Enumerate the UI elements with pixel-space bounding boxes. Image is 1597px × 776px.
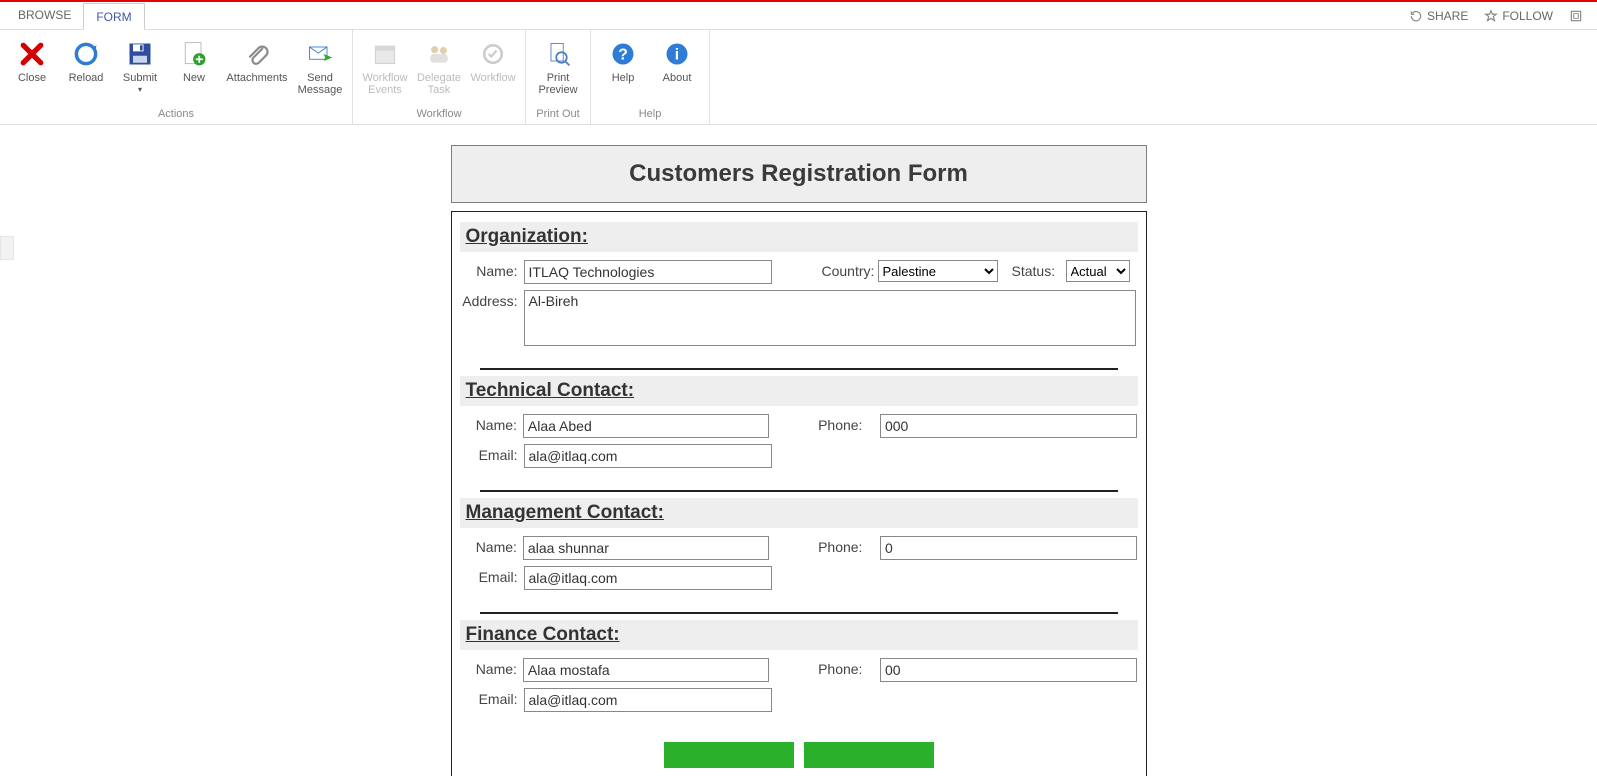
mgmt-email-label: Email: [460, 566, 524, 585]
close-button[interactable]: Close [6, 34, 58, 106]
attachments-label: Attachments [226, 72, 287, 84]
fin-name-input[interactable] [523, 658, 769, 682]
tab-browse[interactable]: BROWSE [6, 2, 83, 29]
about-label: About [663, 72, 692, 84]
help-button[interactable]: ? Help [597, 34, 649, 106]
star-icon [1484, 9, 1498, 23]
tab-form[interactable]: FORM [83, 3, 144, 30]
info-icon: i [661, 38, 693, 70]
content-scroll[interactable]: Customers Registration Form Organization… [0, 125, 1597, 776]
ribbon-group-actions: Close Reload Submit ▾ New [0, 30, 353, 124]
mgmt-phone-input[interactable] [880, 536, 1138, 560]
gear-check-icon [477, 38, 509, 70]
org-name-label: Name: [460, 260, 524, 279]
share-button[interactable]: SHARE [1409, 9, 1468, 23]
ribbon: Close Reload Submit ▾ New [0, 30, 1597, 125]
fin-phone-label: Phone: [818, 658, 868, 677]
form-title: Customers Registration Form [451, 145, 1147, 203]
org-status-label: Status: [1012, 260, 1058, 279]
section-technical: Technical Contact: [460, 376, 1138, 406]
group-label-actions: Actions [6, 106, 346, 122]
workflow-events-label: Workflow Events [362, 72, 407, 96]
tech-name-input[interactable] [523, 414, 769, 438]
section-finance: Finance Contact: [460, 620, 1138, 650]
org-country-label: Country: [822, 260, 878, 279]
org-address-input[interactable] [524, 290, 1136, 346]
attachments-button[interactable]: Attachments [222, 34, 292, 106]
mgmt-name-input[interactable] [523, 536, 769, 560]
tech-name-label: Name: [460, 414, 523, 433]
mgmt-email-input[interactable] [524, 566, 772, 590]
mgmt-phone-label: Phone: [818, 536, 868, 555]
section-organization: Organization: [460, 222, 1138, 252]
form-body: Organization: Name: Country: Palestine S… [451, 211, 1147, 776]
follow-label: FOLLOW [1502, 9, 1553, 23]
page-actions: SHARE FOLLOW [1409, 2, 1597, 29]
section-management: Management Contact: [460, 498, 1138, 528]
org-name-input[interactable] [524, 260, 772, 284]
form-action-button-2[interactable] [804, 742, 934, 768]
fullscreen-icon [1569, 9, 1583, 23]
help-label: Help [612, 72, 635, 84]
fullscreen-button[interactable] [1569, 9, 1583, 23]
calendar-icon [369, 38, 401, 70]
workflow-label: Workflow [470, 72, 515, 84]
close-icon [16, 38, 48, 70]
divider [480, 368, 1118, 370]
new-doc-icon [178, 38, 210, 70]
new-button[interactable]: New [168, 34, 220, 106]
save-icon [124, 38, 156, 70]
print-preview-button[interactable]: Print Preview [532, 34, 584, 106]
close-label: Close [18, 72, 46, 84]
divider [480, 612, 1118, 614]
people-icon [423, 38, 455, 70]
group-label-printout: Print Out [532, 106, 584, 122]
submit-label: Submit [123, 72, 157, 84]
help-icon: ? [607, 38, 639, 70]
share-icon [1409, 9, 1423, 23]
fin-name-label: Name: [460, 658, 523, 677]
share-label: SHARE [1427, 9, 1468, 23]
fin-phone-input[interactable] [880, 658, 1138, 682]
reload-icon [70, 38, 102, 70]
ribbon-group-help: ? Help i About Help [591, 30, 710, 124]
group-label-help: Help [597, 106, 703, 122]
svg-text:?: ? [618, 46, 628, 63]
tech-phone-input[interactable] [880, 414, 1138, 438]
ribbon-group-printout: Print Preview Print Out [526, 30, 591, 124]
tech-email-input[interactable] [524, 444, 772, 468]
workflow-events-button: Workflow Events [359, 34, 411, 106]
fin-email-input[interactable] [524, 688, 772, 712]
magnifier-doc-icon [542, 38, 574, 70]
send-message-button[interactable]: Send Message [294, 34, 346, 106]
ribbon-group-workflow: Workflow Events Delegate Task Workflow W… [353, 30, 526, 124]
org-status-select[interactable]: Actual [1066, 260, 1130, 282]
org-country-select[interactable]: Palestine [878, 260, 998, 282]
reload-label: Reload [69, 72, 104, 84]
tech-email-label: Email: [460, 444, 524, 463]
submit-dropdown-caret: ▾ [138, 84, 142, 96]
send-message-label: Send Message [298, 72, 343, 96]
send-icon [304, 38, 336, 70]
divider [480, 490, 1118, 492]
print-preview-label: Print Preview [538, 72, 577, 96]
tech-phone-label: Phone: [818, 414, 868, 433]
about-button[interactable]: i About [651, 34, 703, 106]
reload-button[interactable]: Reload [60, 34, 112, 106]
delegate-task-button: Delegate Task [413, 34, 465, 106]
fin-email-label: Email: [460, 688, 524, 707]
delegate-task-label: Delegate Task [417, 72, 461, 96]
paperclip-icon [241, 38, 273, 70]
group-label-workflow: Workflow [359, 106, 519, 122]
mgmt-name-label: Name: [460, 536, 523, 555]
follow-button[interactable]: FOLLOW [1484, 9, 1553, 23]
workflow-button: Workflow [467, 34, 519, 106]
submit-button[interactable]: Submit ▾ [114, 34, 166, 106]
registration-form: Customers Registration Form Organization… [451, 145, 1147, 776]
org-address-label: Address: [460, 290, 524, 309]
tab-bar: BROWSE FORM SHARE FOLLOW [0, 2, 1597, 30]
svg-text:i: i [675, 46, 679, 63]
form-action-button-1[interactable] [664, 742, 794, 768]
new-label: New [183, 72, 205, 84]
